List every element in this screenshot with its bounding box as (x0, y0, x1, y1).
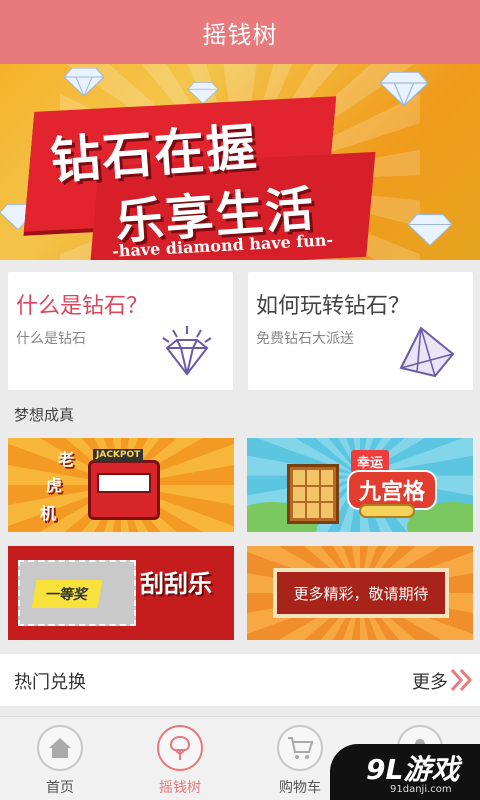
slot-window (97, 473, 151, 493)
card-title: 如何玩转钻石？ (256, 294, 411, 319)
diamond-icon (379, 71, 429, 108)
hero-banner[interactable]: 钻石在握 乐享生活 -have diamond have fun- (0, 64, 480, 260)
scratch-card-banner[interactable]: 一等奖 刮刮乐 (8, 546, 234, 640)
cart-icon (277, 725, 323, 771)
nine-grid-icon (287, 464, 339, 524)
nav-item-home[interactable]: 首页 (0, 717, 120, 800)
double-chevron-right-icon[interactable] (448, 666, 474, 694)
coming-soon-banner[interactable]: 更多精彩，敬请期待 (247, 546, 473, 640)
slot-word: 虎 (46, 476, 63, 495)
home-icon (37, 725, 83, 771)
coming-soon-text: 更多精彩，敬请期待 (293, 584, 429, 603)
diamond-icon (63, 67, 105, 98)
hot-exchange-header: 热门兑换 更多 (0, 654, 480, 706)
jackpot-label: JACKPOT (93, 449, 144, 461)
more-link[interactable]: 更多 (412, 668, 448, 694)
page-title: 摇钱树 (202, 20, 278, 49)
lucky-grid-banner[interactable]: 幸运 九宫格 (247, 438, 473, 532)
lucky-start-button[interactable] (359, 504, 415, 518)
diamond-outline-icon (162, 326, 212, 376)
app-header: 摇钱树 (0, 0, 480, 64)
slot-word: 机 (40, 504, 57, 523)
watermark-url: 91danji.com (390, 784, 452, 795)
card-how-to-play[interactable]: 如何玩转钻石？ 免费钻石大派送 (248, 272, 473, 390)
diamond-icon (187, 82, 219, 105)
nav-label: 首页 (46, 780, 74, 796)
scratch-title: 刮刮乐 (140, 570, 212, 598)
card-subtitle: 免费钻石大派送 (256, 331, 354, 347)
diamond-icon (407, 214, 453, 247)
first-prize-label: 一等奖 (31, 580, 103, 608)
card-subtitle: 什么是钻石 (16, 331, 86, 347)
diamond-solid-icon (399, 326, 455, 378)
slot-machine-banner[interactable]: 老 虎 机 JACKPOT (8, 438, 234, 532)
card-title: 什么是钻石？ (16, 294, 149, 319)
coming-soon-board: 更多精彩，敬请期待 (273, 568, 449, 618)
tree-icon (157, 725, 203, 771)
nav-label: 摇钱树 (159, 780, 201, 796)
watermark: 9L游戏 91danji.com (330, 744, 480, 800)
card-what-is-diamond[interactable]: 什么是钻石？ 什么是钻石 (8, 272, 233, 390)
watermark-logo: 9L游戏 (366, 753, 460, 786)
slot-word: 老 (58, 450, 75, 469)
section-title: 梦想成真 (14, 406, 75, 424)
slot-machine-icon: JACKPOT (88, 449, 160, 520)
hot-exchange-title: 热门兑换 (14, 672, 86, 693)
nav-item-money-tree[interactable]: 摇钱树 (120, 717, 240, 800)
info-cards: 什么是钻石？ 什么是钻石 如何玩转钻石？ 免费钻石大派送 (0, 272, 480, 390)
